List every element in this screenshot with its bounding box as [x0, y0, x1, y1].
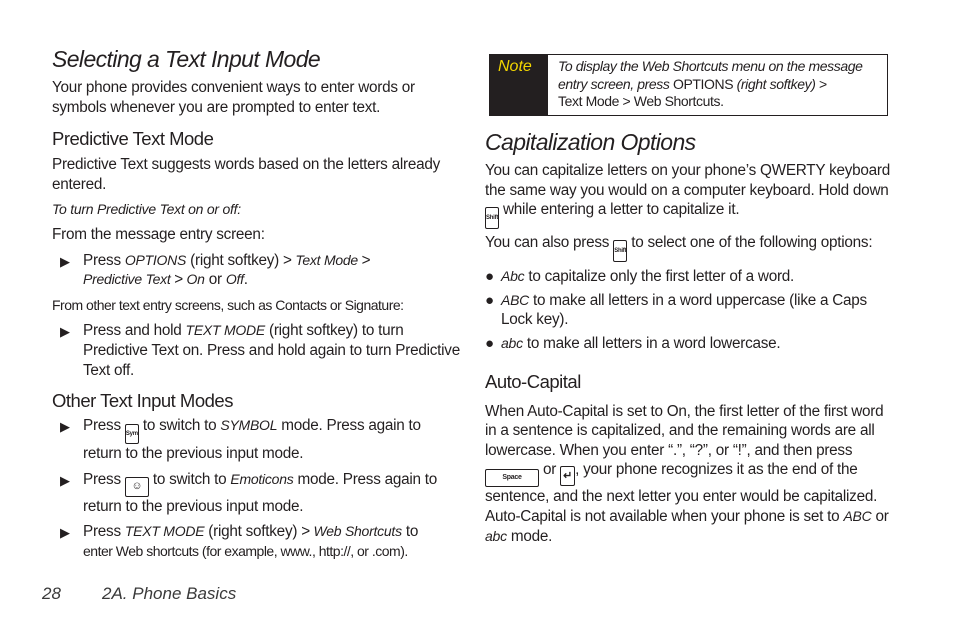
left-column: Selecting a Text Input Mode Your phone p… [52, 44, 462, 562]
option-item-abc-lower: ● abc to make all letters in a word lower… [485, 334, 781, 352]
space-key-icon: Space [485, 469, 539, 488]
bullet-dot-icon: ● [485, 334, 494, 352]
capitalization-title: Capitalization Options [485, 129, 696, 155]
predictive-step-1: ▶ Press OPTIONS (right softkey) > Text M… [60, 251, 371, 289]
bullet-triangle-icon: ▶ [60, 525, 70, 541]
predictive-desc: Predictive Text suggests words based on … [52, 156, 441, 193]
bullet-dot-icon: ● [485, 291, 494, 309]
other-mode-item-3: ▶ Press TEXT MODE (right softkey) > Web … [60, 523, 419, 559]
other-mode-item-2: ▶ Press ☺ to switch to Emoticons mode. P… [60, 470, 438, 515]
bullet-dot-icon: ● [485, 268, 494, 286]
right-column: Capitalization Options You can capitaliz… [485, 127, 895, 546]
auto-capital-text: When Auto-Capital is set to On, the firs… [485, 402, 889, 545]
note-text: To display the Web Shortcuts menu on the… [558, 58, 863, 109]
page-footer: 28 2A. Phone Basics [42, 584, 236, 604]
option-item-abc-upper: ● ABC to make all letters in a word upper… [485, 291, 867, 329]
auto-capital-heading: Auto-Capital [485, 370, 581, 392]
option-item-abc-title: ● Abc to capitalize only the first letter… [485, 268, 795, 286]
page-number: 28 [42, 584, 61, 603]
howto-label: To turn Predictive Text on or off: [52, 201, 241, 218]
sym-key-icon: Sym [124, 424, 139, 445]
section-name: 2A. Phone Basics [102, 584, 237, 603]
enter-key-icon: ↵ [560, 466, 576, 487]
capitalization-intro: You can capitalize letters on your phone… [485, 161, 895, 230]
predictive-heading: Predictive Text Mode [52, 128, 214, 150]
shift-key-icon: Shift [613, 240, 628, 263]
bullet-triangle-icon: ▶ [60, 253, 70, 269]
shift-key-icon: Shift [485, 207, 499, 230]
intro-text: Your phone provides convenient ways to e… [52, 79, 415, 116]
other-modes-heading: Other Text Input Modes [52, 390, 233, 412]
bullet-triangle-icon: ▶ [60, 324, 70, 340]
note-box: Note To display the Web Shortcuts menu o… [489, 54, 888, 116]
from-other-text: From other text entry screens, such as C… [52, 296, 404, 313]
bullet-triangle-icon: ▶ [60, 419, 70, 435]
from-message-text: From the message entry screen: [52, 225, 265, 243]
section-title: Selecting a Text Input Mode [52, 46, 321, 72]
predictive-step-2: ▶ Press and hold TEXT MODE (right softke… [60, 322, 460, 379]
note-label: Note [490, 55, 548, 115]
other-mode-item-1: ▶ Press Sym to switch to SYMBOL mode. Pr… [60, 417, 421, 463]
capitalization-options-intro: You can also press Shift to select one o… [485, 233, 895, 263]
bullet-triangle-icon: ▶ [60, 472, 70, 488]
emoticon-key-icon: ☺ [124, 476, 149, 497]
